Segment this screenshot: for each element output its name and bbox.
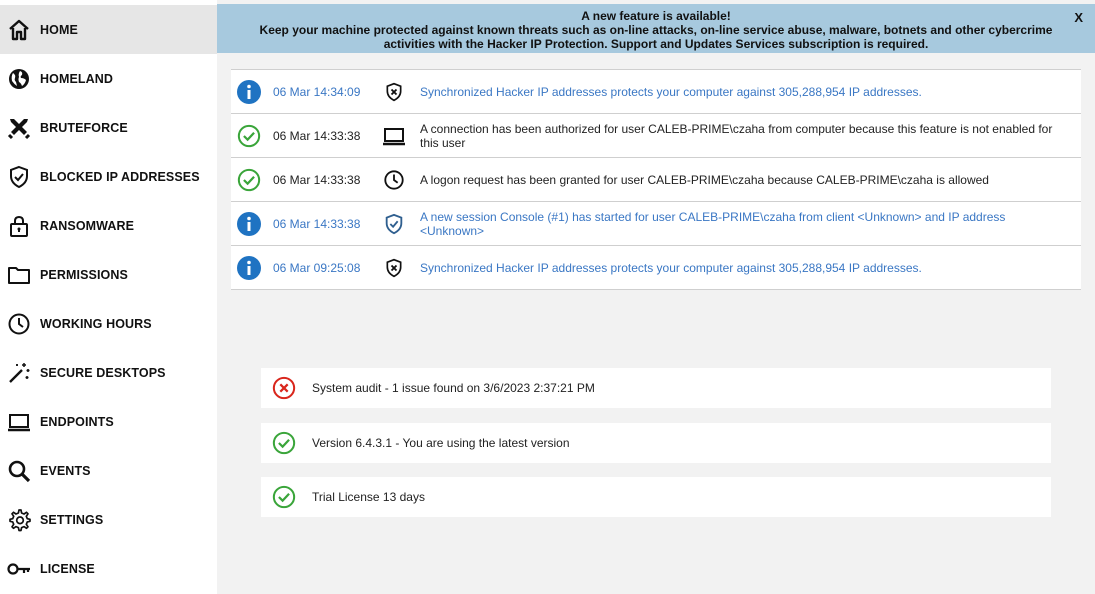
sidebar-item-endpoints[interactable]: ENDPOINTS (0, 397, 217, 446)
crossed-swords-icon (7, 116, 31, 140)
sidebar-item-label: BRUTEFORCE (40, 120, 128, 135)
sidebar-item-label: RANSOMWARE (40, 218, 135, 233)
event-message: A connection has been authorized for use… (420, 121, 1053, 150)
sidebar-item-events[interactable]: EVENTS (0, 446, 217, 495)
event-message: A logon request has been granted for use… (420, 172, 989, 187)
sidebar-item-blocked-ip-addresses[interactable]: BLOCKED IP ADDRESSES (0, 152, 217, 201)
banner-text: Keep your machine protected against know… (259, 23, 1053, 51)
sidebar-item-label: HOME (40, 22, 78, 37)
magic-wand-icon (7, 361, 31, 385)
feature-banner: A new feature is available! Keep your ma… (217, 4, 1095, 53)
gear-icon (7, 508, 31, 532)
folder-icon (7, 263, 31, 287)
sidebar-item-label: LICENSE (40, 561, 95, 576)
banner-title: A new feature is available! (581, 9, 731, 23)
event-message: A new session Console (#1) has started f… (420, 209, 1006, 238)
event-time: 06 Mar 09:25:08 (273, 260, 361, 275)
error-circle-icon (272, 376, 296, 400)
laptop-icon (382, 124, 406, 148)
sidebar-item-label: SETTINGS (40, 512, 104, 527)
clock-icon (7, 312, 31, 336)
sidebar-item-bruteforce[interactable]: BRUTEFORCE (0, 103, 217, 152)
banner-close-button[interactable]: X (1074, 10, 1083, 25)
event-row[interactable]: 06 Mar 09:25:08 Synchronized Hacker IP a… (231, 246, 1081, 290)
info-icon (235, 210, 262, 237)
globe-icon (7, 67, 31, 91)
sidebar-item-ransomware[interactable]: RANSOMWARE (0, 201, 217, 250)
check-circle-icon (272, 431, 296, 455)
clock-icon (382, 169, 406, 191)
shield-check-icon (382, 213, 406, 235)
version-card[interactable]: Version 6.4.3.1 - You are using the late… (261, 423, 1051, 463)
sidebar-item-home[interactable]: HOME (0, 5, 217, 54)
sidebar-item-label: HOMELAND (40, 71, 114, 86)
shield-x-icon (382, 258, 406, 278)
shield-check-icon (7, 165, 31, 189)
sidebar-item-settings[interactable]: SETTINGS (0, 495, 217, 544)
sidebar-item-label: ENDPOINTS (40, 414, 114, 429)
license-card[interactable]: Trial License 13 days (261, 477, 1051, 517)
info-icon (235, 254, 262, 281)
event-row[interactable]: 06 Mar 14:34:09 Synchronized Hacker IP a… (231, 70, 1081, 114)
event-message: Synchronized Hacker IP addresses protect… (420, 84, 922, 99)
sidebar-item-permissions[interactable]: PERMISSIONS (0, 250, 217, 299)
sidebar-item-label: PERMISSIONS (40, 267, 128, 282)
check-circle-icon (235, 166, 262, 193)
status-text: System audit - 1 issue found on 3/6/2023… (312, 381, 595, 395)
home-icon (7, 18, 31, 42)
sidebar-item-label: SECURE DESKTOPS (40, 365, 166, 380)
status-text: Trial License 13 days (312, 490, 425, 504)
main-panel: A new feature is available! Keep your ma… (217, 0, 1095, 594)
event-row[interactable]: 06 Mar 14:33:38 A connection has been au… (231, 114, 1081, 158)
sidebar-item-label: WORKING HOURS (40, 316, 152, 331)
sidebar-item-license[interactable]: LICENSE (0, 544, 217, 593)
check-circle-icon (272, 485, 296, 509)
magnifier-icon (7, 459, 31, 483)
sidebar-item-secure-desktops[interactable]: SECURE DESKTOPS (0, 348, 217, 397)
event-time: 06 Mar 14:33:38 (273, 128, 361, 143)
event-row[interactable]: 06 Mar 14:33:38 A new session Console (#… (231, 202, 1081, 246)
key-icon (7, 557, 31, 581)
event-time: 06 Mar 14:33:38 (273, 216, 361, 231)
status-text: Version 6.4.3.1 - You are using the late… (312, 436, 570, 450)
sidebar: HOME HOMELAND BRUTEFORCE BLOCKED IP ADDR… (0, 0, 217, 594)
sidebar-item-working-hours[interactable]: WORKING HOURS (0, 299, 217, 348)
check-circle-icon (235, 122, 262, 149)
event-message: Synchronized Hacker IP addresses protect… (420, 260, 922, 275)
system-audit-card[interactable]: System audit - 1 issue found on 3/6/2023… (261, 368, 1051, 408)
shield-x-icon (382, 82, 406, 102)
lock-icon (7, 214, 31, 238)
laptop-icon (7, 410, 31, 434)
event-row[interactable]: 06 Mar 14:33:38 A logon request has been… (231, 158, 1081, 202)
sidebar-item-label: EVENTS (40, 463, 91, 478)
info-icon (235, 78, 262, 105)
events-list: 06 Mar 14:34:09 Synchronized Hacker IP a… (231, 69, 1081, 290)
event-time: 06 Mar 14:34:09 (273, 84, 361, 99)
sidebar-item-homeland[interactable]: HOMELAND (0, 54, 217, 103)
sidebar-item-label: BLOCKED IP ADDRESSES (40, 169, 200, 184)
event-time: 06 Mar 14:33:38 (273, 172, 361, 187)
